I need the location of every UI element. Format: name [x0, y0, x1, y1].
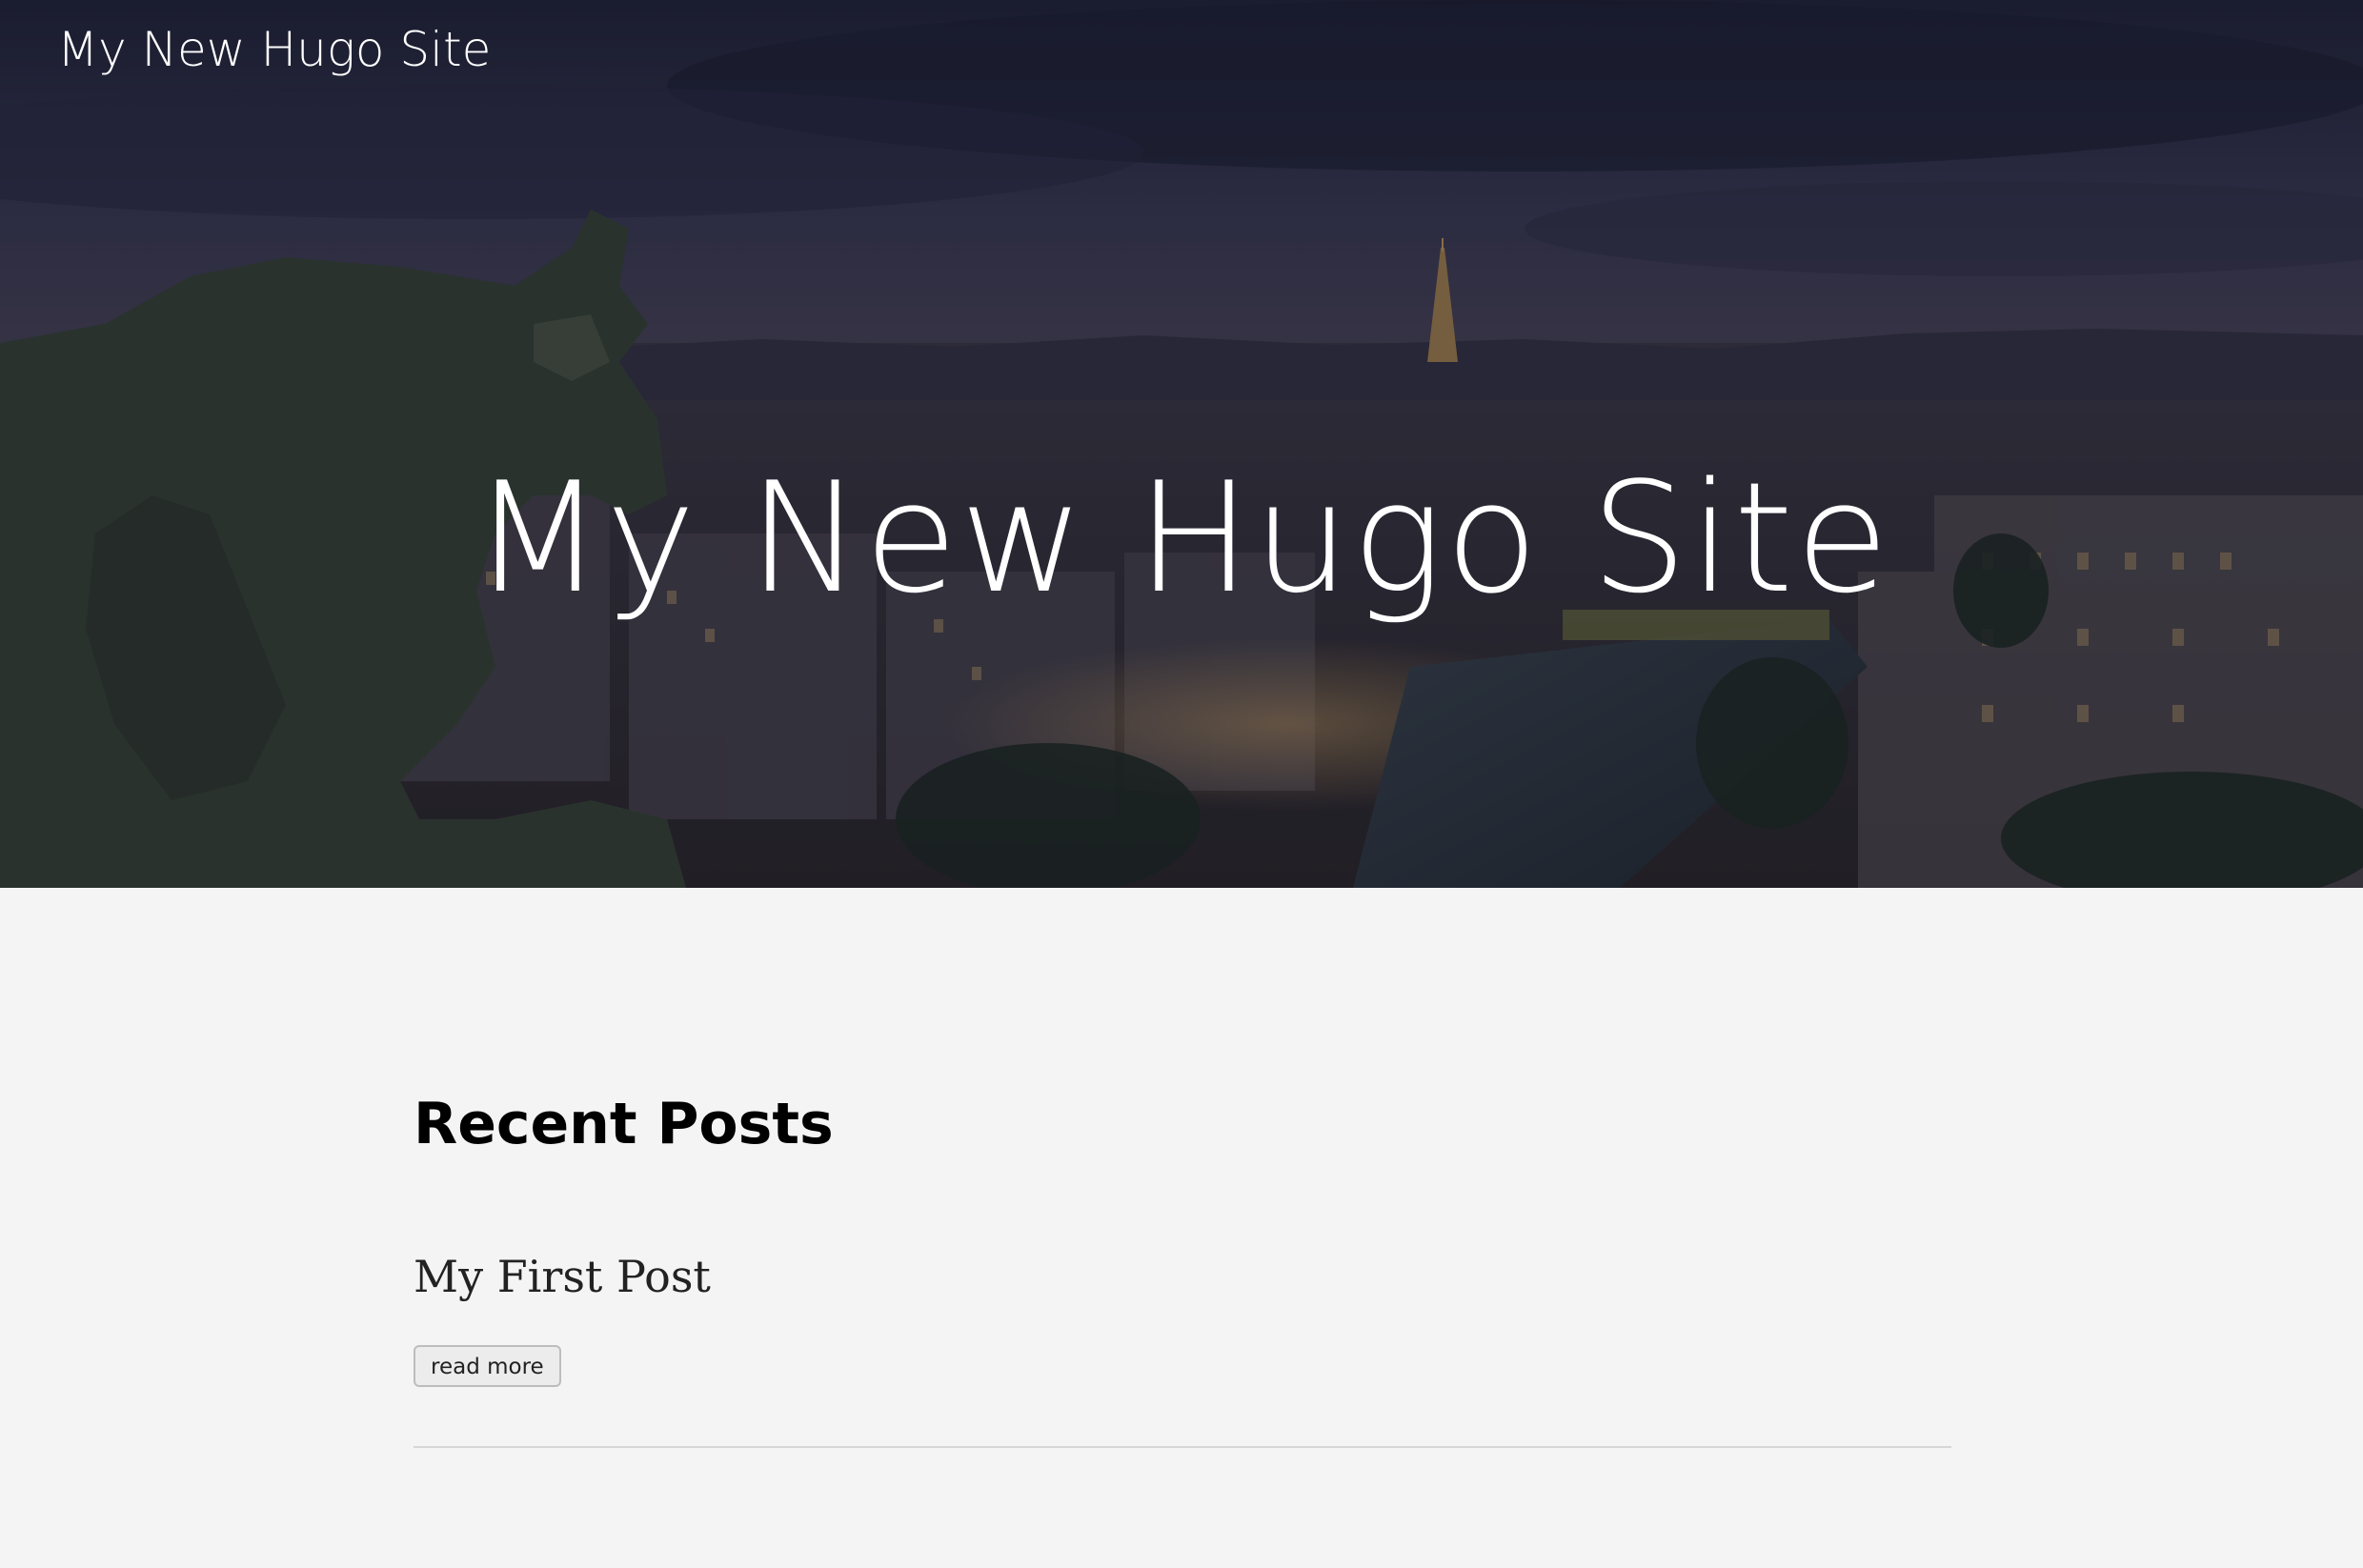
post-title-link[interactable]: My First Post: [414, 1248, 1951, 1305]
site-name-link[interactable]: My New Hugo Site: [57, 19, 491, 80]
hero-banner: My New Hugo Site My New Hugo Site: [0, 0, 2363, 888]
paris-skyline-hero-image: [0, 0, 2363, 888]
read-more-button[interactable]: read more: [414, 1345, 561, 1387]
post-divider: [414, 1446, 1951, 1448]
post-item: My First Post read more: [414, 1248, 1951, 1448]
main-content: Recent Posts My First Post read more: [414, 1086, 1951, 1456]
page: My New Hugo Site My New Hugo Site Recent…: [0, 0, 2363, 1568]
section-title-recent-posts: Recent Posts: [414, 1091, 834, 1157]
hero-title: My New Hugo Site: [472, 449, 1891, 627]
